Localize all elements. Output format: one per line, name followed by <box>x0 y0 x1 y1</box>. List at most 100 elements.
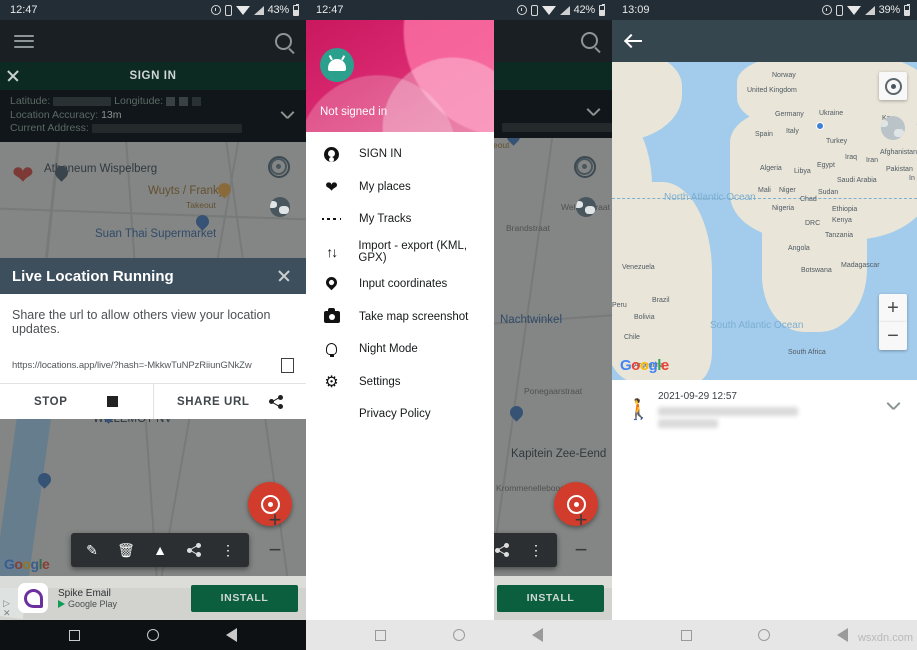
install-button[interactable]: INSTALL <box>497 584 604 612</box>
map-label: Egypt <box>817 162 835 169</box>
vibrate-icon <box>530 4 538 16</box>
status-time: 13:09 <box>622 4 650 16</box>
map-label: Spain <box>755 131 773 138</box>
sign-in-label: SIGN IN <box>129 70 177 82</box>
status-bar: 13:09 39% <box>612 0 917 20</box>
screenshot-root: Atheneum Wispelberg Wuyts / Franky Takeo… <box>0 0 917 650</box>
ad-banner[interactable]: ▷ ✕ Spike Email Google Play INSTALL <box>0 576 306 620</box>
system-nav-bar[interactable] <box>0 620 306 650</box>
map-label: United Kingdom <box>747 87 797 94</box>
map-zoom-controls[interactable]: + − <box>568 505 594 565</box>
account-name: Not signed in <box>320 106 388 118</box>
track-list-empty-area <box>612 438 917 620</box>
menu-item-import-export[interactable]: ↑↓ Import - export (KML, GPX) <box>306 236 494 269</box>
world-map[interactable]: Norway United Kingdom Germany Ukraine Ka… <box>612 62 917 380</box>
share-url-button[interactable]: SHARE URL <box>152 384 307 419</box>
zoom-in-button[interactable]: + <box>568 505 594 535</box>
search-icon[interactable] <box>581 32 598 49</box>
back-button[interactable] <box>836 628 848 642</box>
track-datetime: 2021-09-29 12:57 <box>658 390 737 402</box>
menu-item-privacy-policy[interactable]: Privacy Policy <box>306 398 494 431</box>
address-label: Current Address: <box>10 122 89 134</box>
trash-icon[interactable]: 🗑 <box>109 533 143 567</box>
landmass-south-america <box>612 182 712 380</box>
zoom-out-button[interactable]: − <box>262 535 288 565</box>
home-button[interactable] <box>146 629 159 641</box>
app-bar <box>0 20 306 62</box>
zoom-in-button[interactable]: + <box>262 505 288 535</box>
search-icon[interactable] <box>275 32 292 50</box>
hamburger-icon[interactable] <box>14 31 34 51</box>
my-location-icon[interactable] <box>574 156 596 178</box>
lightbulb-icon <box>322 343 341 358</box>
menu-item-sign-in[interactable]: SIGN IN <box>306 138 494 171</box>
location-info-panel[interactable]: Latitude: Longitude: Location Accuracy: … <box>0 90 306 142</box>
back-button[interactable] <box>531 628 543 642</box>
stop-button[interactable]: STOP <box>0 384 153 419</box>
ad-title: Spike Email <box>58 587 111 599</box>
copy-icon[interactable] <box>278 356 294 373</box>
recents-button[interactable] <box>375 629 387 641</box>
home-button[interactable] <box>758 629 771 641</box>
share-icon[interactable] <box>177 533 211 567</box>
zoom-out-button[interactable]: − <box>568 535 594 565</box>
chevron-down-icon[interactable] <box>887 401 903 417</box>
menu-item-settings[interactable]: ⚙ Settings <box>306 366 494 399</box>
pencil-icon[interactable]: ✎ <box>75 533 109 567</box>
map-label: Nigeria <box>772 205 795 212</box>
menu-item-take-map-screenshot[interactable]: Take map screenshot <box>306 301 494 334</box>
map-label: Afghanistan <box>880 149 917 156</box>
close-icon[interactable] <box>6 69 20 83</box>
map-label: Saudi Arabia <box>837 177 877 184</box>
chevron-down-icon[interactable] <box>587 107 600 120</box>
recents-button[interactable] <box>69 629 81 641</box>
menu-item-label: Night Mode <box>359 343 418 356</box>
home-button[interactable] <box>452 629 465 641</box>
globe-layers-icon[interactable] <box>270 197 290 217</box>
track-detail-redacted <box>658 418 718 428</box>
drawer-menu: SIGN IN ❤ My places My Tracks ↑↓ Import … <box>306 132 494 431</box>
map-label: Germany <box>775 111 804 118</box>
panel-navigation-drawer: ranky akeout Wellingstraat Brandstraat N… <box>306 0 612 650</box>
status-bar: 12:47 43% <box>0 0 306 20</box>
map-label: DRC <box>805 220 821 227</box>
map-label: Brazil <box>652 297 670 304</box>
chevron-down-icon[interactable] <box>281 110 294 123</box>
sign-in-bar-behind-drawer <box>494 62 612 90</box>
globe-layers-icon[interactable] <box>576 197 596 217</box>
zoom-out-button[interactable]: − <box>879 322 907 350</box>
track-summary-row[interactable]: 🚶 2021-09-29 12:57 <box>612 380 917 438</box>
back-arrow-icon[interactable] <box>626 33 643 50</box>
my-location-icon[interactable] <box>879 72 907 100</box>
map-label: Niger <box>779 187 796 194</box>
recents-button[interactable] <box>681 629 693 641</box>
status-bar: 12:47 42% <box>306 0 612 20</box>
system-nav-bar[interactable] <box>306 620 612 650</box>
install-button[interactable]: INSTALL <box>191 584 298 612</box>
latitude-value-redacted <box>53 96 112 106</box>
back-button[interactable] <box>225 628 237 642</box>
app-bar <box>612 20 917 62</box>
globe-layers-icon[interactable] <box>879 114 907 142</box>
panel-live-location: Atheneum Wispelberg Wuyts / Franky Takeo… <box>0 0 306 650</box>
android-avatar-icon[interactable] <box>320 48 354 82</box>
stop-square-icon <box>107 396 119 407</box>
overflow-menu-icon[interactable]: ⋮ <box>519 533 553 567</box>
longitude-value-redacted <box>166 95 205 109</box>
menu-item-night-mode[interactable]: Night Mode <box>306 333 494 366</box>
navigate-icon[interactable]: ▲ <box>143 533 177 567</box>
camera-icon <box>322 308 341 323</box>
map-label: Chile <box>624 334 640 341</box>
menu-item-input-coordinates[interactable]: Input coordinates <box>306 268 494 301</box>
accuracy-label: Location Accuracy: <box>10 108 99 121</box>
map-zoom-controls[interactable]: + − <box>262 505 288 565</box>
my-location-icon[interactable] <box>268 156 290 178</box>
sign-in-bar[interactable]: SIGN IN <box>0 62 306 90</box>
menu-item-my-tracks[interactable]: My Tracks <box>306 203 494 236</box>
zoom-in-button[interactable]: + <box>879 294 907 322</box>
menu-item-my-places[interactable]: ❤ My places <box>306 171 494 204</box>
battery-percent: 42% <box>573 4 596 16</box>
overflow-menu-icon[interactable]: ⋮ <box>211 533 245 567</box>
ad-choices-icon[interactable]: ▷ ✕ <box>3 598 11 618</box>
map-edit-toolbar[interactable]: ✎ 🗑 ▲ ⋮ <box>71 533 249 567</box>
